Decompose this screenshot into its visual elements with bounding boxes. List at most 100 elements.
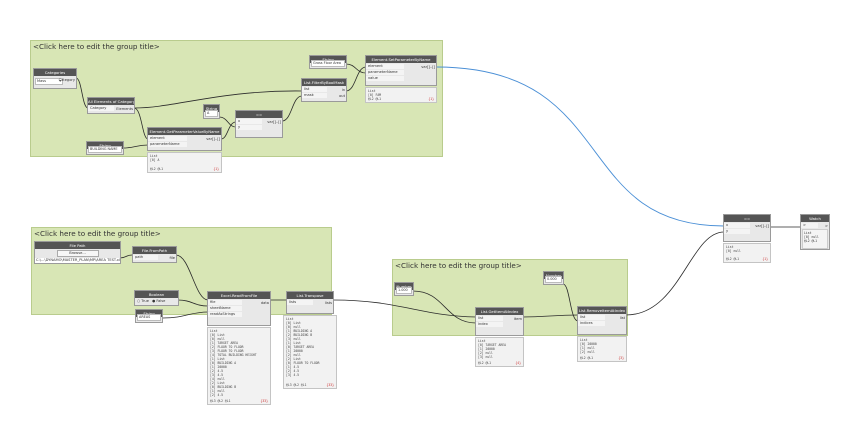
set-parameter-node[interactable]: Element.SetParameterByName element param…	[365, 55, 437, 86]
output-port[interactable]: item	[514, 317, 522, 321]
equals-node[interactable]: == x y var[]..[]	[235, 110, 283, 138]
radio-false-label: False	[156, 299, 166, 303]
node-title: List.FilterByBoolMask	[302, 79, 346, 86]
output-port[interactable]: var[]..[]	[755, 224, 769, 228]
boolean-node[interactable]: Boolean ○ True ● False	[134, 290, 179, 306]
group-title[interactable]: <Click here to edit the group title>	[395, 261, 522, 270]
preview-line: [3] null	[478, 355, 493, 359]
input-port-read-as-strings[interactable]: readAsStrings	[208, 312, 242, 317]
preview-line: [0] A	[150, 158, 160, 162]
input-port-element[interactable]: element	[148, 136, 188, 141]
output-port[interactable]: Category	[59, 78, 75, 82]
preview-count: {1}	[762, 257, 768, 261]
output-port[interactable]: >	[825, 224, 828, 228]
input-port-list[interactable]: list	[578, 315, 606, 320]
input-port-lists[interactable]: lists	[287, 300, 314, 305]
node-title: ==	[236, 111, 282, 118]
input-port-y[interactable]: y	[236, 125, 263, 130]
watch-levels: @L2 @L1	[804, 239, 818, 243]
input-port-indices[interactable]: indices	[578, 321, 606, 326]
radio-true-label: True	[141, 299, 149, 303]
node-title: Excel.ReadFromFile	[208, 292, 270, 299]
input-port-parameter-name[interactable]: parameterName	[148, 142, 188, 147]
input-port-path[interactable]: path	[133, 255, 158, 260]
list-remove-item-at-index-node[interactable]: List.RemoveItemAtIndex list indices list	[577, 306, 627, 335]
string-value-input[interactable]: Gross Floor Area	[311, 60, 345, 67]
output-port[interactable]: var[]..[]	[421, 65, 435, 69]
input-port[interactable]: >	[801, 223, 819, 228]
list-transpose-node[interactable]: List.Transpose lists lists	[286, 291, 334, 314]
file-from-path-node[interactable]: File.FromPath path file	[132, 246, 177, 263]
group-title[interactable]: <Click here to edit the group title>	[34, 229, 161, 238]
input-port-file[interactable]: file	[208, 300, 242, 305]
filter-by-bool-mask-node[interactable]: List.FilterByBoolMask list mask in out	[301, 78, 347, 102]
graph-canvas[interactable]: <Click here to edit the group title> <Cl…	[0, 0, 860, 431]
list-get-item-at-index-node[interactable]: List.GetItemAtIndex list index item	[475, 307, 524, 336]
output-port[interactable]: data	[261, 301, 269, 305]
file-path-node[interactable]: File Path Browse... C:\...\DYNAMO\MASTER…	[34, 241, 121, 264]
output-port[interactable]: lists	[325, 301, 332, 305]
node-title: File.FromPath	[133, 247, 176, 254]
preview-bubble: List [0] List [0] null [1] BUILDING A [2…	[283, 315, 337, 389]
watch-node[interactable]: Watch > > List [0] null @L2 @L1	[800, 214, 830, 250]
number-0-node[interactable]: Number 0.000	[543, 271, 564, 285]
preview-count: {3}	[618, 356, 624, 360]
input-port-list[interactable]: list	[302, 87, 328, 92]
node-title: ==	[724, 215, 770, 222]
output-port[interactable]: Elements	[116, 107, 133, 111]
number-1-node[interactable]: Number 1.000	[394, 282, 414, 296]
string-a-node[interactable]: String A	[203, 104, 220, 119]
output-port-in[interactable]: in	[342, 88, 345, 92]
all-elements-node[interactable]: All Elements of Category Category Elemen…	[87, 97, 135, 114]
node-title: Boolean	[135, 291, 178, 298]
input-port-index[interactable]: index	[476, 322, 503, 327]
string-building-name-node[interactable]: String BUILDING NAME	[86, 141, 124, 155]
number-value-input[interactable]: 0.000	[545, 276, 562, 283]
string-value-input[interactable]: A	[205, 110, 218, 117]
input-port-list[interactable]: list	[476, 316, 503, 321]
preview-line: [3] 4.5	[286, 373, 300, 377]
output-port[interactable]: list	[620, 316, 625, 320]
node-title: Element.SetParameterByName	[366, 56, 436, 63]
output-port[interactable]: var[]..[]	[206, 137, 220, 141]
input-port[interactable]: Category	[88, 106, 115, 111]
browse-button[interactable]: Browse...	[56, 250, 99, 257]
watch-wire	[435, 66, 725, 227]
file-path-value: C:\...\DYNAMO\MASTER_PLAN\MP\AREA TEST.x…	[35, 258, 120, 263]
input-port-element[interactable]: element	[366, 64, 404, 69]
preview-bubble: List [0] FAM @L2 @L1 {1}	[365, 87, 437, 103]
input-port-value[interactable]: value	[366, 76, 404, 81]
string-value-input[interactable]: AREAS	[137, 314, 161, 321]
get-parameter-node[interactable]: Element.GetParameterValueByName element …	[147, 127, 222, 151]
output-port-out[interactable]: out	[339, 94, 345, 98]
input-port-y[interactable]: y	[724, 229, 751, 234]
equals-right-node[interactable]: == x y var[]..[]	[723, 214, 771, 242]
radio-false[interactable]: ● False	[152, 299, 165, 303]
node-title: Watch	[801, 215, 829, 222]
radio-true[interactable]: ○ True	[137, 299, 149, 303]
number-value-input[interactable]: 1.000	[396, 287, 412, 294]
preview-count: {33}	[260, 399, 268, 403]
preview-bubble: List [0] 20000 [1] null [2] null @L2 @L1…	[577, 336, 627, 362]
output-port[interactable]: var[]..[]	[267, 120, 281, 124]
string-gross-floor-area-node[interactable]: String Gross Floor Area	[309, 55, 347, 69]
categories-node[interactable]: Categories Mass ▾ Category	[33, 68, 77, 89]
input-port-x[interactable]: x	[724, 223, 751, 228]
input-port-sheet-name[interactable]: sheetName	[208, 306, 242, 311]
preview-count: {4}	[515, 361, 521, 365]
output-port[interactable]: file	[170, 256, 175, 260]
string-areas-node[interactable]: String AREAS	[135, 309, 163, 323]
node-title: Element.GetParameterValueByName	[148, 128, 221, 135]
excel-read-from-file-node[interactable]: Excel.ReadFromFile file sheetName readAs…	[207, 291, 271, 326]
preview-levels: @L2 @L1	[368, 97, 382, 101]
group-title[interactable]: <Click here to edit the group title>	[33, 42, 160, 51]
input-port-parameter-name[interactable]: parameterName	[366, 70, 404, 75]
preview-count: {1}	[428, 97, 434, 101]
dropdown-value: Mass	[37, 79, 47, 83]
string-value-input[interactable]: BUILDING NAME	[88, 146, 122, 153]
preview-count: {1}	[213, 167, 219, 171]
preview-line: [2] null	[580, 350, 595, 354]
input-port-x[interactable]: x	[236, 119, 263, 124]
preview-line: [0] null	[726, 249, 741, 253]
input-port-mask[interactable]: mask	[302, 93, 328, 98]
